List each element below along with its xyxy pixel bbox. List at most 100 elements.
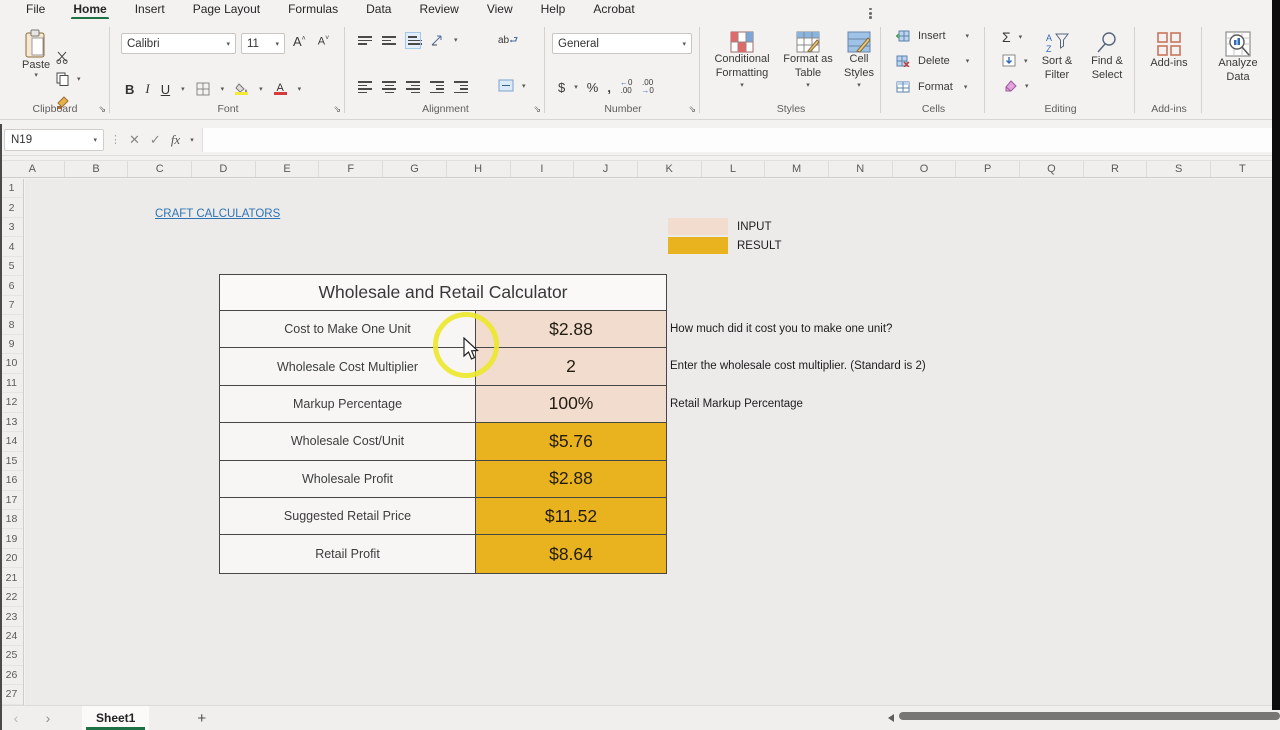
menu-tab-acrobat[interactable]: Acrobat — [581, 0, 646, 19]
cell-styles-button[interactable]: Cell Styles ▾ — [839, 31, 879, 89]
paste-button[interactable]: Paste ▾ — [22, 29, 50, 79]
italic-button[interactable]: I — [145, 81, 149, 97]
row-header-25[interactable]: 25 — [0, 646, 23, 665]
row-header-11[interactable]: 11 — [0, 374, 23, 393]
horizontal-scrollbar-thumb[interactable] — [899, 712, 1280, 720]
decrease-decimal-button[interactable]: .00→0 — [641, 79, 653, 95]
menu-tab-home[interactable]: Home — [61, 0, 118, 19]
prev-sheet-icon[interactable]: ‹ — [0, 710, 32, 726]
copy-button[interactable]: ▾ — [56, 72, 81, 86]
decrease-indent-button[interactable] — [430, 79, 444, 95]
align-right-button[interactable] — [406, 79, 420, 95]
menu-tab-file[interactable]: File — [14, 0, 57, 19]
row-header-1[interactable]: 1 — [0, 179, 23, 198]
row-header-5[interactable]: 5 — [0, 257, 23, 276]
align-center-button[interactable] — [382, 79, 396, 95]
column-header-I[interactable]: I — [511, 161, 575, 177]
column-header-T[interactable]: T — [1211, 161, 1275, 177]
increase-font-button[interactable]: A˄ — [293, 34, 306, 49]
row-value-cell-input[interactable]: $2.88 — [476, 311, 666, 347]
alignment-dialog-launcher[interactable]: ⇘ — [533, 104, 541, 115]
formula-input[interactable] — [202, 128, 1280, 152]
menu-tab-data[interactable]: Data — [354, 0, 403, 19]
row-value-cell-result[interactable]: $5.76 — [476, 423, 666, 459]
percent-style-button[interactable]: % — [587, 80, 599, 95]
bold-button[interactable]: B — [125, 82, 134, 97]
row-header-23[interactable]: 23 — [0, 607, 23, 626]
font-dialog-launcher[interactable]: ⇘ — [333, 104, 341, 115]
cancel-icon[interactable]: ✕ — [129, 132, 140, 148]
align-bottom-button[interactable] — [406, 33, 420, 48]
font-color-button[interactable]: A — [274, 83, 287, 95]
format-cells-button[interactable]: Format ▾ — [896, 81, 967, 93]
increase-decimal-button[interactable]: ←0.00 — [620, 79, 632, 95]
row-header-15[interactable]: 15 — [0, 452, 23, 471]
accounting-format-button[interactable]: $ — [558, 80, 565, 95]
row-label-cell[interactable]: Wholesale Profit — [220, 461, 476, 497]
menu-tab-formulas[interactable]: Formulas — [276, 0, 350, 19]
column-header-O[interactable]: O — [893, 161, 957, 177]
increase-indent-button[interactable] — [454, 79, 468, 95]
row-header-3[interactable]: 3 — [0, 218, 23, 237]
insert-function-icon[interactable]: fx — [171, 132, 180, 148]
row-header-9[interactable]: 9 — [0, 335, 23, 354]
row-header-21[interactable]: 21 — [0, 568, 23, 587]
insert-cells-button[interactable]: Insert ▾ — [896, 30, 969, 42]
row-header-13[interactable]: 13 — [0, 413, 23, 432]
menu-tab-view[interactable]: View — [475, 0, 525, 19]
orientation-button[interactable] — [430, 33, 444, 47]
row-header-4[interactable]: 4 — [0, 237, 23, 256]
row-header-7[interactable]: 7 — [0, 296, 23, 315]
number-format-select[interactable]: General▾ — [552, 33, 692, 54]
column-header-H[interactable]: H — [447, 161, 511, 177]
next-sheet-icon[interactable]: › — [32, 710, 64, 726]
comma-style-button[interactable]: , — [607, 80, 611, 95]
row-label-cell[interactable]: Markup Percentage — [220, 386, 476, 422]
row-header-16[interactable]: 16 — [0, 471, 23, 490]
underline-button[interactable]: U — [161, 82, 170, 97]
row-value-cell-input[interactable]: 2 — [476, 348, 666, 384]
menu-tab-insert[interactable]: Insert — [123, 0, 177, 19]
row-label-cell[interactable]: Suggested Retail Price — [220, 498, 476, 534]
row-label-cell[interactable]: Retail Profit — [220, 535, 476, 572]
column-header-N[interactable]: N — [829, 161, 893, 177]
menu-tab-review[interactable]: Review — [407, 0, 470, 19]
column-header-B[interactable]: B — [65, 161, 129, 177]
column-header-S[interactable]: S — [1147, 161, 1211, 177]
column-header-J[interactable]: J — [574, 161, 638, 177]
row-label-cell[interactable]: Cost to Make One Unit — [220, 311, 476, 347]
row-header-20[interactable]: 20 — [0, 549, 23, 568]
hscroll-left-arrow-icon[interactable] — [888, 714, 894, 722]
row-value-cell-result[interactable]: $8.64 — [476, 535, 666, 572]
row-header-17[interactable]: 17 — [0, 491, 23, 510]
row-header-18[interactable]: 18 — [0, 510, 23, 529]
align-top-button[interactable] — [358, 34, 372, 47]
new-sheet-button[interactable]: + — [197, 710, 206, 727]
wrap-text-button[interactable]: ab⮐ — [498, 33, 518, 50]
row-header-27[interactable]: 27 — [0, 685, 23, 704]
font-size-select[interactable]: 11▾ — [241, 33, 285, 54]
fill-color-button[interactable] — [235, 83, 248, 95]
row-header-8[interactable]: 8 — [0, 315, 23, 334]
borders-button[interactable] — [196, 82, 210, 96]
craft-calculators-link[interactable]: CRAFT CALCULATORS — [155, 208, 280, 220]
column-header-P[interactable]: P — [956, 161, 1020, 177]
delete-cells-button[interactable]: Delete ▾ — [896, 55, 969, 67]
row-header-2[interactable]: 2 — [0, 198, 23, 217]
column-header-Q[interactable]: Q — [1020, 161, 1084, 177]
align-middle-button[interactable] — [382, 34, 396, 47]
row-header-14[interactable]: 14 — [0, 432, 23, 451]
sheet-tab[interactable]: Sheet1 — [82, 706, 149, 730]
column-header-M[interactable]: M — [765, 161, 829, 177]
column-header-L[interactable]: L — [702, 161, 766, 177]
row-header-10[interactable]: 10 — [0, 354, 23, 373]
row-header-19[interactable]: 19 — [0, 529, 23, 548]
row-value-cell-result[interactable]: $11.52 — [476, 498, 666, 534]
menu-tab-page-layout[interactable]: Page Layout — [181, 0, 272, 19]
cut-button[interactable] — [56, 50, 70, 64]
align-left-button[interactable] — [358, 79, 372, 95]
find-select-button[interactable]: Find & Select — [1084, 31, 1130, 83]
addins-button[interactable]: Add-ins — [1146, 31, 1192, 71]
tab-splitter-icon[interactable] — [869, 6, 872, 21]
column-header-A[interactable]: A — [1, 161, 65, 177]
